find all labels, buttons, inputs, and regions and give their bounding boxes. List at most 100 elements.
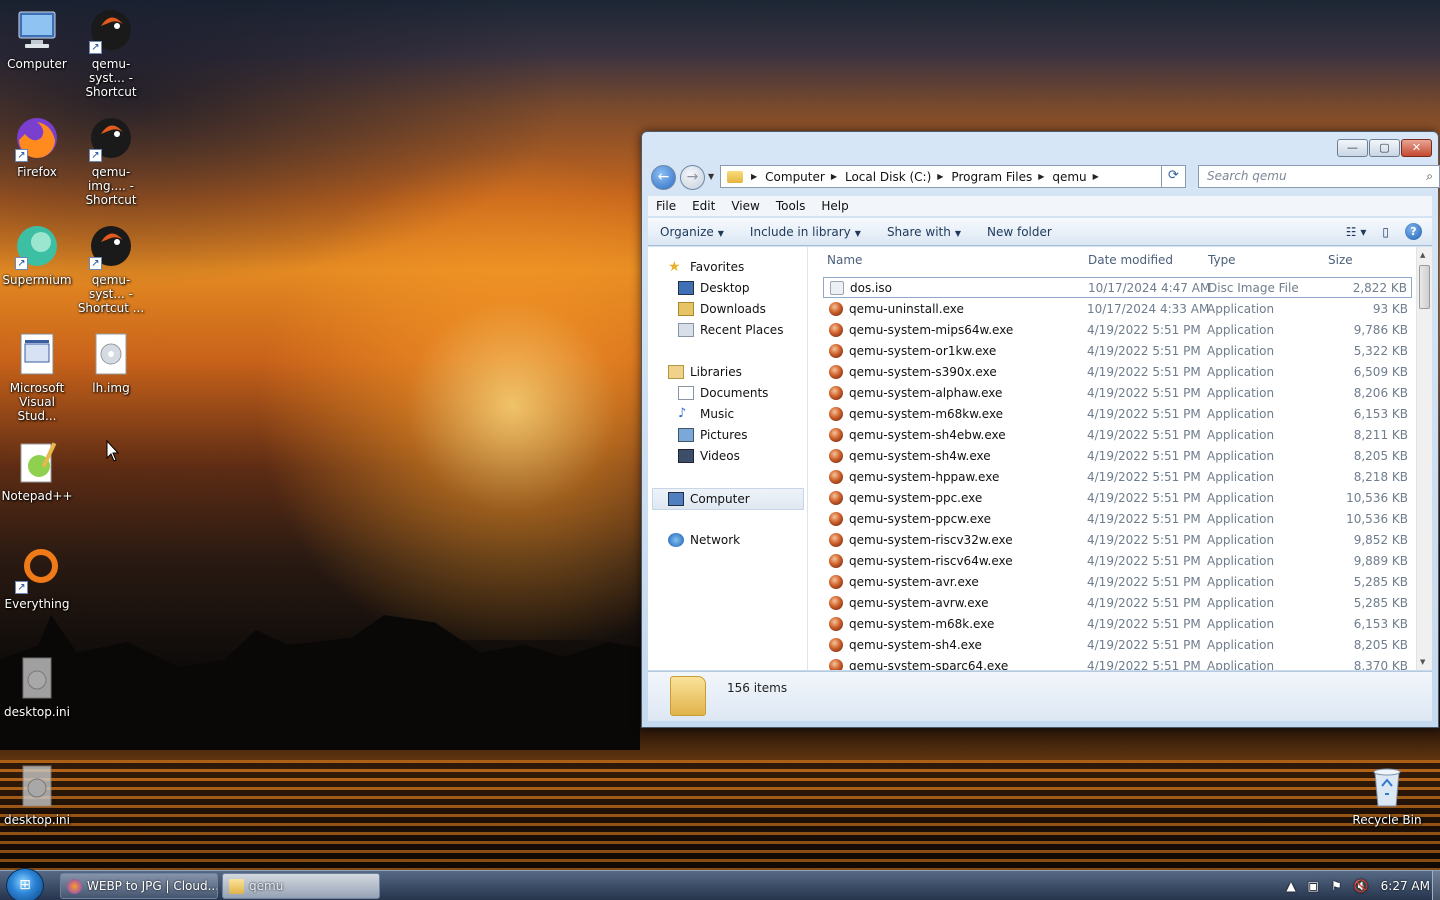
refresh-button[interactable]: ⟳	[1161, 165, 1186, 188]
vertical-scrollbar[interactable]: ▲ ▼	[1416, 247, 1432, 670]
file-row[interactable]: qemu-system-or1kw.exe 4/19/2022 5:51 PM Ap…	[823, 340, 1412, 361]
file-row[interactable]: qemu-system-ppcw.exe 4/19/2022 5:51 PM App…	[823, 508, 1412, 529]
nav-downloads[interactable]: Downloads	[678, 302, 766, 316]
file-row[interactable]: qemu-system-riscv32w.exe 4/19/2022 5:51 P…	[823, 529, 1412, 550]
volume-muted-icon[interactable]: 🔇	[1354, 879, 1369, 893]
search-input[interactable]: Search qemu ⌕	[1198, 165, 1440, 188]
desktop-icon-firefox[interactable]: ↗ Firefox	[0, 114, 74, 179]
desktop-icon-supermium[interactable]: ↗ Supermium	[0, 222, 74, 287]
menu-edit[interactable]: Edit	[684, 199, 723, 213]
help-icon[interactable]: ?	[1405, 223, 1422, 240]
organize-button[interactable]: Organize ▼	[648, 225, 738, 239]
maximize-button[interactable]: ▢	[1369, 139, 1400, 157]
view-options-icon[interactable]: ☷ ▾	[1346, 225, 1367, 239]
breadcrumb-separator-icon[interactable]: ▶	[831, 172, 837, 181]
nav-favorites[interactable]: ★ Favorites	[668, 260, 744, 274]
preview-pane-icon[interactable]: ▯	[1382, 225, 1389, 239]
desktop-icon-desktop-ini-1[interactable]: desktop.ini	[0, 654, 74, 719]
file-name: qemu-system-ppcw.exe	[849, 511, 991, 526]
new-folder-button[interactable]: New folder	[975, 225, 1066, 239]
file-row[interactable]: qemu-system-avr.exe 4/19/2022 5:51 PM Appl…	[823, 571, 1412, 592]
breadcrumb-separator-icon[interactable]: ▶	[1093, 172, 1099, 181]
clock[interactable]: 6:27 AM	[1381, 879, 1430, 893]
file-row[interactable]: qemu-system-sh4ebw.exe 4/19/2022 5:51 PM A…	[823, 424, 1412, 445]
scroll-up-icon[interactable]: ▲	[1420, 251, 1425, 259]
breadcrumb-computer[interactable]: Computer	[765, 170, 825, 184]
nav-pictures[interactable]: Pictures	[678, 428, 748, 442]
column-date-modified[interactable]: Date modified	[1088, 253, 1173, 267]
file-row[interactable]: qemu-system-sh4w.exe 4/19/2022 5:51 PM App…	[823, 445, 1412, 466]
close-button[interactable]: ✕	[1401, 139, 1432, 157]
recent-pages-dropdown[interactable]: ▼	[708, 172, 714, 181]
file-row[interactable]: qemu-system-sh4.exe 4/19/2022 5:51 PM Appl…	[823, 634, 1412, 655]
file-row[interactable]: qemu-system-hppaw.exe 4/19/2022 5:51 PM Ap…	[823, 466, 1412, 487]
scroll-down-icon[interactable]: ▼	[1420, 658, 1425, 666]
column-name[interactable]: Name	[827, 253, 862, 267]
menu-help[interactable]: Help	[813, 199, 856, 213]
file-row[interactable]: qemu-system-s390x.exe 4/19/2022 5:51 PM Ap…	[823, 361, 1412, 382]
desktop-icon-qemu-shortcut-2[interactable]: ↗ qemu-syst... - Shortcut ...	[74, 222, 148, 315]
desktop-icon-computer[interactable]: Computer	[0, 6, 74, 71]
file-name: qemu-system-sh4.exe	[849, 637, 982, 652]
menu-tools[interactable]: Tools	[768, 199, 814, 213]
breadcrumb-local-disk[interactable]: Local Disk (C:)	[845, 170, 931, 184]
desktop-icon-qemu-shortcut-1[interactable]: ↗ qemu-syst... - Shortcut	[74, 6, 148, 99]
nav-recent-places[interactable]: Recent Places	[678, 323, 783, 337]
file-row[interactable]: qemu-system-sparc64.exe 4/19/2022 5:51 PM…	[823, 655, 1412, 670]
nav-computer[interactable]: Computer	[652, 488, 804, 510]
scrollbar-thumb[interactable]	[1419, 265, 1430, 309]
nav-documents[interactable]: Documents	[678, 386, 768, 400]
taskbar-button-qemu-folder[interactable]: qemu	[222, 873, 380, 899]
nav-desktop[interactable]: Desktop	[678, 281, 750, 295]
menu-file[interactable]: File	[648, 199, 684, 213]
column-type[interactable]: Type	[1208, 253, 1236, 267]
column-size[interactable]: Size	[1328, 253, 1353, 267]
back-button[interactable]: ←	[651, 165, 676, 190]
file-row[interactable]: qemu-system-ppc.exe 4/19/2022 5:51 PM Appl…	[823, 487, 1412, 508]
file-row[interactable]: qemu-system-alphaw.exe 4/19/2022 5:51 PM A…	[823, 382, 1412, 403]
desktop-icon-everything[interactable]: ↗ Everything	[0, 546, 74, 611]
address-bar[interactable]: ▶ Computer ▶ Local Disk (C:) ▶ Program F…	[720, 165, 1178, 188]
file-row[interactable]: qemu-uninstall.exe 10/17/2024 4:33 AM Appl…	[823, 298, 1412, 319]
file-size: 8,370 KB	[1353, 658, 1408, 671]
file-list[interactable]: Name Date modified Type Size dos.iso 10/1…	[809, 247, 1432, 670]
shortcut-arrow-icon: ↗	[89, 257, 102, 270]
breadcrumb-separator-icon[interactable]: ▶	[1038, 172, 1044, 181]
file-date-modified: 4/19/2022 5:51 PM	[1087, 658, 1201, 671]
windows-logo-icon: ⊞	[19, 877, 31, 893]
notepadpp-icon	[13, 438, 61, 486]
file-row[interactable]: qemu-system-m68k.exe 4/19/2022 5:51 PM App…	[823, 613, 1412, 634]
desktop-icon-visual-studio[interactable]: Microsoft Visual Stud...	[0, 330, 74, 423]
file-row[interactable]: qemu-system-m68kw.exe 4/19/2022 5:51 PM Ap…	[823, 403, 1412, 424]
file-row[interactable]: qemu-system-avrw.exe 4/19/2022 5:51 PM App…	[823, 592, 1412, 613]
desktop-icon-lh-img[interactable]: lh.img	[74, 330, 148, 395]
breadcrumb-program-files[interactable]: Program Files	[951, 170, 1032, 184]
forward-button[interactable]: →	[680, 165, 705, 190]
nav-network[interactable]: Network	[668, 533, 740, 547]
file-row[interactable]: qemu-system-mips64w.exe 4/19/2022 5:51 PM…	[823, 319, 1412, 340]
desktop-icon-desktop-ini-2[interactable]: desktop.ini	[0, 762, 74, 827]
minimize-button[interactable]: —	[1337, 139, 1368, 157]
desktop-icon-notepadpp[interactable]: Notepad++	[0, 438, 74, 503]
breadcrumb-qemu[interactable]: qemu	[1052, 170, 1086, 184]
show-desktop-button[interactable]	[1432, 871, 1440, 900]
network-tray-icon[interactable]: ▣	[1308, 879, 1319, 893]
breadcrumb-separator-icon[interactable]: ▶	[937, 172, 943, 181]
desktop-icon-recycle-bin[interactable]: Recycle Bin	[1350, 762, 1424, 827]
taskbar-button-firefox[interactable]: WEBP to JPG | Cloud...	[60, 873, 218, 899]
file-row[interactable]: qemu-system-riscv64w.exe 4/19/2022 5:51 P…	[823, 550, 1412, 571]
include-in-library-button[interactable]: Include in library ▼	[738, 225, 875, 239]
nav-videos[interactable]: Videos	[678, 449, 740, 463]
breadcrumb-separator-icon[interactable]: ▶	[751, 172, 757, 181]
share-with-button[interactable]: Share with ▼	[875, 225, 975, 239]
file-row[interactable]: dos.iso 10/17/2024 4:47 AM Disc Image File…	[823, 277, 1412, 298]
start-button[interactable]: ⊞	[6, 868, 44, 900]
nav-libraries[interactable]: Libraries	[668, 365, 742, 379]
show-hidden-icons-icon[interactable]: ▲	[1286, 879, 1295, 893]
navigation-pane[interactable]: ★ Favorites Desktop Downloads Recent Pla…	[648, 247, 808, 670]
nav-music[interactable]: ♪ Music	[678, 407, 734, 422]
explorer-window[interactable]: — ▢ ✕ ← → ▼ ▶ Computer ▶ Local Disk (C:)…	[641, 131, 1440, 728]
action-center-flag-icon[interactable]: ⚑	[1331, 879, 1342, 893]
menu-view[interactable]: View	[723, 199, 767, 213]
desktop-icon-qemu-img-shortcut[interactable]: ↗ qemu-img.... - Shortcut	[74, 114, 148, 207]
